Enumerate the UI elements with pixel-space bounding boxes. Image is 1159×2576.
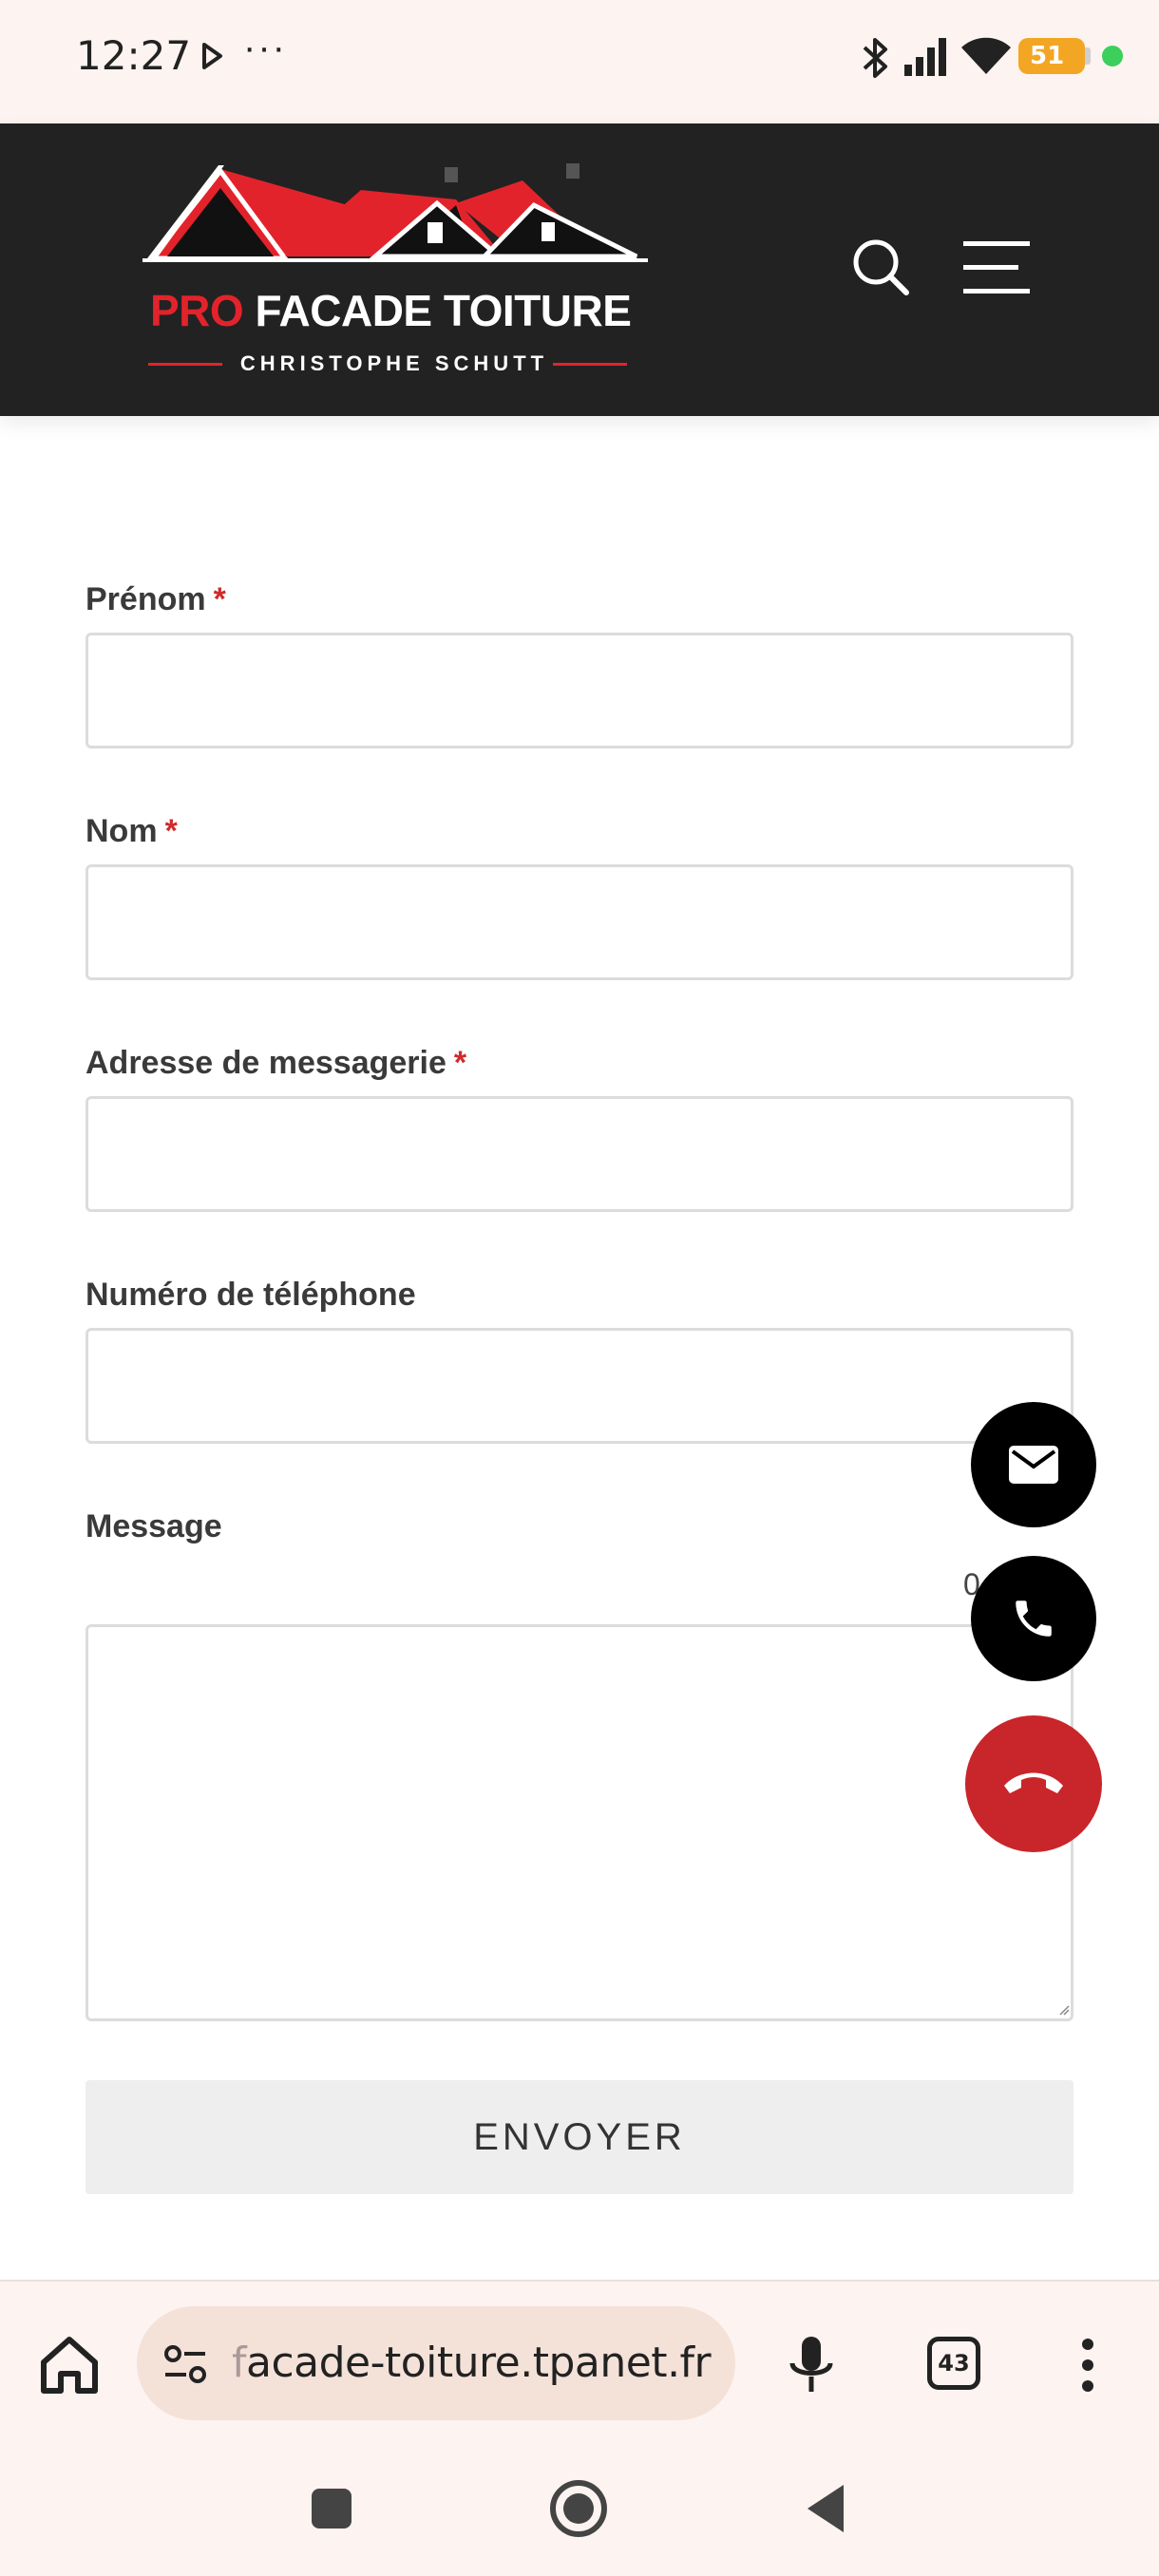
required-marker: * (213, 581, 226, 617)
message-textarea[interactable] (86, 1624, 1074, 2021)
battery-tip (1085, 47, 1091, 65)
required-marker: * (453, 1045, 467, 1081)
email-input[interactable] (86, 1096, 1074, 1212)
hamburger-menu-icon[interactable] (963, 239, 1030, 294)
email-label: Adresse de messagerie * (86, 1045, 467, 1081)
phone-input[interactable] (86, 1328, 1074, 1444)
more-notifications-icon: ··· (243, 27, 287, 68)
hangup-phone-icon (1004, 1772, 1063, 1793)
address-bar[interactable]: facade-toiture.tpanet.fr (137, 2306, 735, 2420)
email-fab-button[interactable] (971, 1402, 1096, 1527)
first-name-input[interactable] (86, 633, 1074, 748)
last-name-input[interactable] (86, 864, 1074, 980)
message-label: Message (86, 1508, 222, 1544)
logo-rule-right (553, 363, 627, 366)
phone-icon (1016, 1601, 1052, 1637)
back-nav-icon[interactable] (804, 2483, 847, 2534)
hangup-fab-button[interactable] (965, 1715, 1102, 1852)
site-logo[interactable]: PRO FACADE TOITURE CHRISTOPHE SCHUTT (142, 161, 656, 375)
first-name-label: Prénom * (86, 581, 226, 617)
search-icon[interactable] (851, 237, 910, 296)
mail-icon (1009, 1446, 1058, 1484)
tab-switcher-button[interactable]: 43 (927, 2337, 980, 2390)
home-nav-icon[interactable] (549, 2479, 608, 2538)
signal-icon (904, 38, 946, 76)
play-notification-icon (202, 43, 222, 69)
phone-label: Numéro de téléphone (86, 1277, 416, 1313)
wifi-icon (961, 37, 1011, 74)
logo-name: FACADE TOITURE (255, 286, 632, 335)
submit-button[interactable]: ENVOYER (86, 2080, 1074, 2194)
resize-grip-icon[interactable] (1058, 2004, 1070, 2016)
call-fab-button[interactable] (971, 1556, 1096, 1681)
site-header: PRO FACADE TOITURE CHRISTOPHE SCHUTT (0, 123, 1159, 416)
logo-pro: PRO (150, 286, 244, 335)
site-settings-icon[interactable] (162, 2340, 209, 2388)
recents-nav-icon[interactable] (310, 2487, 353, 2530)
url-text: facade-toiture.tpanet.fr (232, 2339, 712, 2387)
required-marker: * (164, 813, 178, 849)
more-options-icon[interactable] (1074, 2337, 1102, 2394)
status-bar: 12:27 ··· 51 (0, 0, 1159, 123)
last-name-label: Nom * (86, 813, 178, 849)
roof-logo-graphic (142, 163, 648, 262)
privacy-indicator-dot (1102, 46, 1123, 66)
logo-wordmark: PRO FACADE TOITURE (150, 285, 632, 336)
home-icon[interactable] (38, 2334, 101, 2396)
browser-toolbar: facade-toiture.tpanet.fr 43 (0, 2280, 1159, 2576)
microphone-icon[interactable] (785, 2335, 838, 2396)
status-time: 12:27 (76, 32, 192, 79)
bluetooth-icon (863, 38, 887, 78)
battery-indicator: 51 (1018, 38, 1085, 74)
